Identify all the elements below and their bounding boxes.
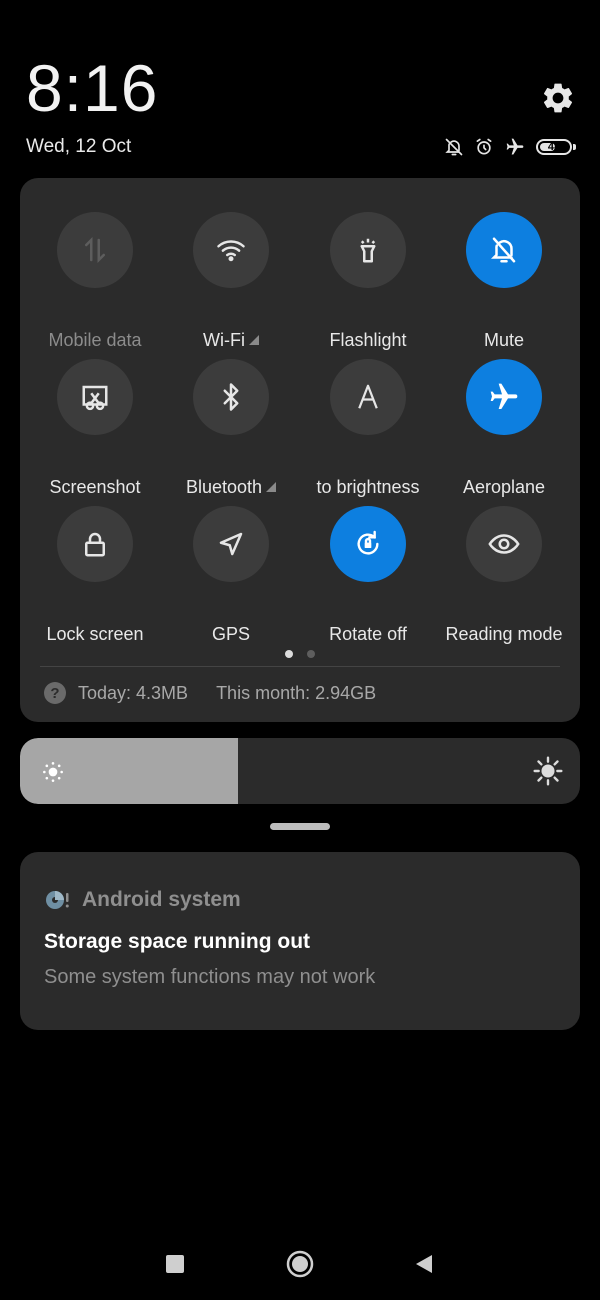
bluetooth-icon [193, 359, 269, 435]
home-button[interactable] [286, 1250, 314, 1278]
toggle-mute[interactable]: Mute [436, 212, 572, 350]
toggle-lock-screen[interactable]: Lock screen [27, 506, 163, 644]
toggle-wifi[interactable]: Wi-Fi [163, 212, 299, 350]
toggle-label: Rotate off [329, 624, 407, 644]
bell-off-icon [445, 138, 463, 156]
navigation-bar [0, 1240, 600, 1290]
location-arrow-icon [193, 506, 269, 582]
toggle-label: Screenshot [49, 477, 141, 497]
toggle-label: Wi-Fi [159, 330, 303, 351]
toggle-mobile-data[interactable]: Mobile data [27, 212, 163, 350]
data-usage[interactable]: ? Today: 4.3MB This month: 2.94GB [44, 682, 376, 704]
toggle-label: GPS [211, 624, 250, 644]
toggle-auto-brightness[interactable]: to brightness [300, 359, 436, 497]
dropdown-caret-icon [266, 482, 277, 492]
usage-today: Today: 4.3MB [78, 682, 189, 703]
flashlight-icon [330, 212, 406, 288]
toggle-label: to brightness [316, 477, 420, 497]
alarm-icon [476, 138, 492, 155]
quick-settings-panel: Mobile data Wi-Fi Flashlight Mute Screen… [20, 178, 580, 722]
wifi-icon [193, 212, 269, 288]
toggle-aeroplane[interactable]: Aeroplane [436, 359, 572, 497]
mobile-data-icon [57, 212, 133, 288]
status-icons: 48 [444, 134, 576, 160]
notification-app: Android system [44, 888, 241, 912]
toggle-label: Reading mode [445, 624, 563, 644]
notification-body: Some system functions may not work [44, 966, 376, 988]
toggle-bluetooth[interactable]: Bluetooth [163, 359, 299, 497]
toggle-screenshot[interactable]: Screenshot [27, 359, 163, 497]
brightness-low-icon [43, 762, 63, 782]
clock-time[interactable]: 8:16 [26, 52, 158, 124]
toggle-label: Mute [483, 330, 525, 350]
notification-card[interactable]: Android system Storage space running out… [20, 852, 580, 1030]
help-icon: ? [44, 682, 66, 704]
page-indicator [20, 650, 580, 658]
usage-month: This month: 2.94GB [216, 682, 377, 703]
eye-icon [466, 506, 542, 582]
notification-app-name: Android system [82, 888, 241, 911]
toggle-label: Lock screen [46, 624, 144, 644]
divider [40, 666, 560, 667]
toggle-label: Mobile data [48, 330, 142, 350]
screenshot-icon [57, 359, 133, 435]
toggle-rotate[interactable]: Rotate off [300, 506, 436, 644]
bell-off-icon [466, 212, 542, 288]
brightness-slider[interactable] [20, 738, 580, 804]
toggle-flashlight[interactable]: Flashlight [300, 212, 436, 350]
storage-disk-icon [46, 891, 69, 909]
settings-gear-icon[interactable] [540, 80, 576, 116]
toggle-label: Bluetooth [159, 477, 303, 498]
back-button[interactable] [414, 1253, 434, 1275]
brightness-high-icon [533, 756, 563, 786]
rotation-lock-icon [330, 506, 406, 582]
toggle-label: Aeroplane [462, 477, 546, 497]
date-label[interactable]: Wed, 12 Oct [26, 136, 131, 158]
toggle-gps[interactable]: GPS [163, 506, 299, 644]
recent-apps-button[interactable] [166, 1255, 184, 1273]
page-dot-active [285, 650, 293, 658]
battery-level: 48 [547, 141, 561, 153]
lock-icon [57, 506, 133, 582]
airplane-icon [466, 359, 542, 435]
toggle-reading-mode[interactable]: Reading mode [436, 506, 572, 644]
toggle-label: Flashlight [329, 330, 407, 350]
dropdown-caret-icon [248, 335, 259, 345]
notification-title: Storage space running out [44, 930, 311, 953]
page-dot [307, 650, 315, 658]
airplane-status-icon [506, 138, 524, 155]
panel-drag-handle[interactable] [270, 823, 330, 830]
auto-brightness-icon [330, 359, 406, 435]
battery-icon: 48 [536, 139, 576, 155]
